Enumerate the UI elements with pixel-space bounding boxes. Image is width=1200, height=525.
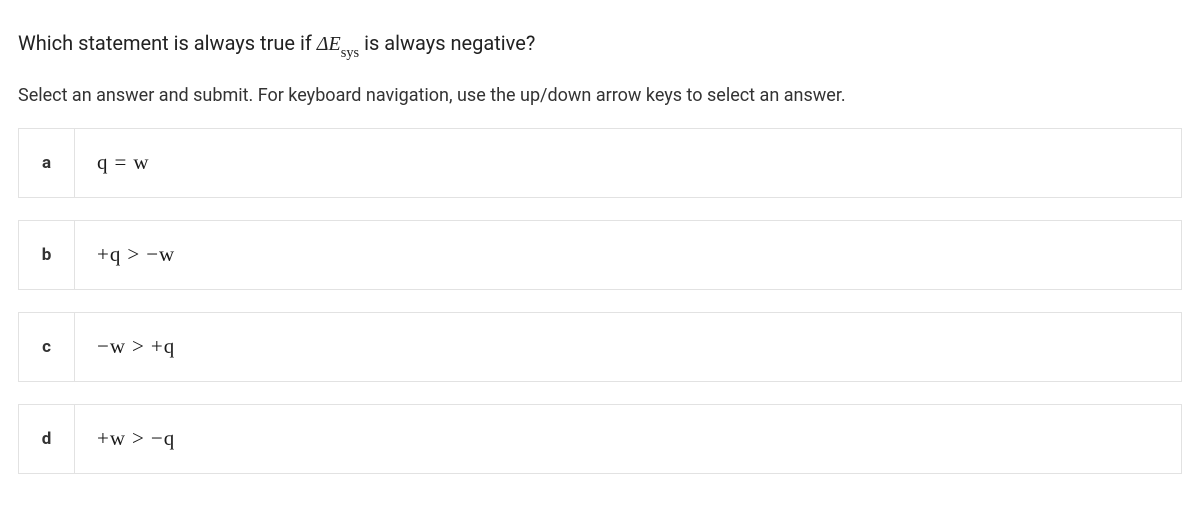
- question-suffix: is always negative?: [359, 31, 535, 55]
- option-b[interactable]: b +q > −w: [18, 220, 1182, 290]
- option-body: +q > −w: [75, 221, 1181, 289]
- option-body: +w > −q: [75, 405, 1181, 473]
- option-body: q = w: [75, 129, 1181, 197]
- options-list: a q = w b +q > −w c −w > +q d +w > −q: [18, 128, 1182, 474]
- question-symbol: ΔEsys: [317, 33, 359, 55]
- question-text: Which statement is always true if ΔEsys …: [18, 28, 1182, 63]
- option-letter: a: [19, 129, 75, 197]
- option-letter: b: [19, 221, 75, 289]
- option-a[interactable]: a q = w: [18, 128, 1182, 198]
- instructions-text: Select an answer and submit. For keyboar…: [18, 85, 1182, 106]
- option-body: −w > +q: [75, 313, 1181, 381]
- question-prefix: Which statement is always true if: [18, 31, 317, 55]
- option-letter: c: [19, 313, 75, 381]
- option-letter: d: [19, 405, 75, 473]
- option-c[interactable]: c −w > +q: [18, 312, 1182, 382]
- option-d[interactable]: d +w > −q: [18, 404, 1182, 474]
